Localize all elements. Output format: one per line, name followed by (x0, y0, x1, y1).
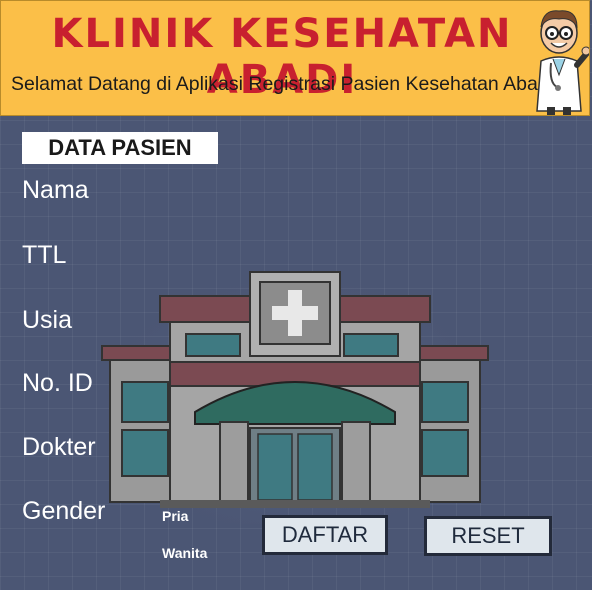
daftar-button[interactable]: DAFTAR (262, 515, 388, 555)
gender-option-wanita[interactable]: Wanita (162, 545, 207, 561)
label-nama: Nama (22, 176, 89, 204)
label-dokter: Dokter (22, 433, 96, 461)
section-title-data-pasien: DATA PASIEN (22, 132, 218, 164)
registration-app: KLINIK KESEHATAN ABADI Selamat Datang di… (0, 0, 592, 590)
doctor-mascot-icon (536, 10, 589, 115)
label-ttl: TTL (22, 241, 67, 269)
gender-option-pria[interactable]: Pria (162, 508, 188, 524)
label-usia: Usia (22, 306, 73, 334)
label-gender: Gender (22, 497, 106, 525)
reset-button[interactable]: RESET (424, 516, 552, 556)
welcome-subtitle: Selamat Datang di Aplikasi Registrasi Pa… (11, 73, 553, 95)
header-banner: KLINIK KESEHATAN ABADI Selamat Datang di… (0, 0, 590, 116)
label-no-id: No. ID (22, 369, 93, 397)
hospital-building-icon (100, 262, 490, 524)
